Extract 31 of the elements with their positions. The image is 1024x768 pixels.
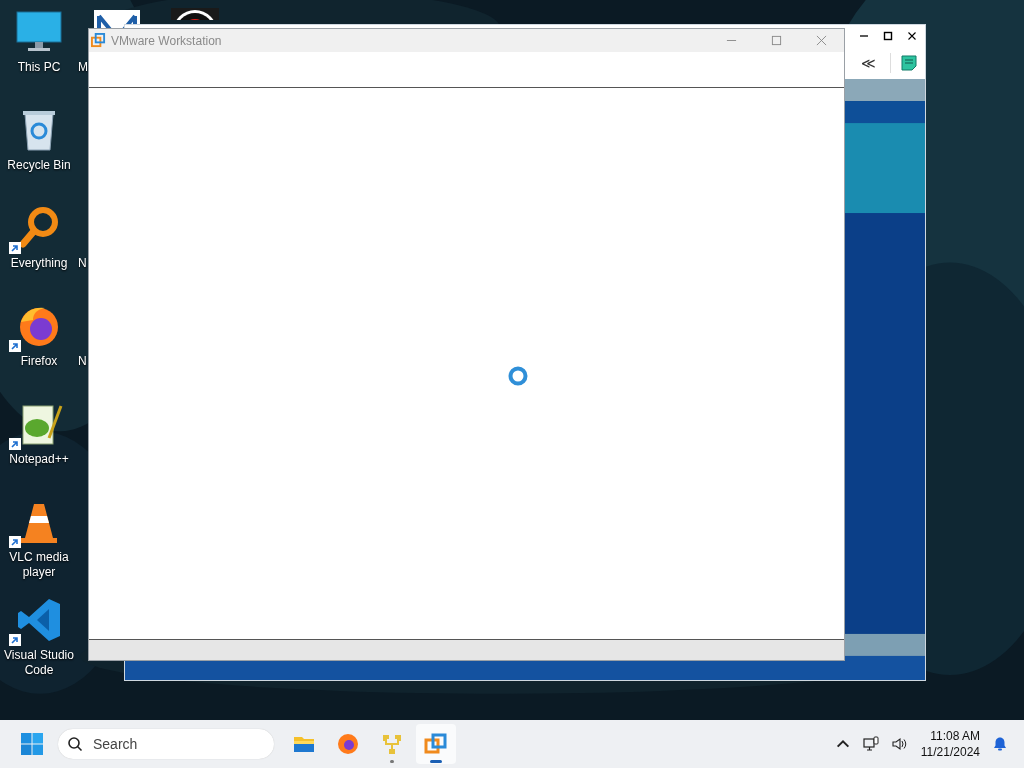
speaker-icon[interactable]: [890, 736, 907, 752]
bell-icon[interactable]: [992, 736, 1008, 752]
clock[interactable]: 11:08 AM 11/21/2024: [920, 728, 980, 760]
icon-label[interactable]: N: [78, 256, 87, 271]
record-icon[interactable]: [171, 8, 219, 20]
firefox-icon: [336, 732, 360, 756]
search-icon: [67, 736, 83, 752]
code-editor-icon[interactable]: [15, 596, 63, 644]
icon-label[interactable]: Notepad++: [1, 452, 77, 467]
vmware-icon: [424, 732, 448, 756]
icon-label[interactable]: Recycle Bin: [1, 158, 77, 173]
collapse-button[interactable]: ≪: [857, 55, 880, 71]
clock-time: 11:08 AM: [930, 728, 980, 744]
icon-label[interactable]: Firefox: [1, 354, 77, 369]
window-title: VMware Workstation: [111, 33, 222, 48]
close-icon[interactable]: [907, 31, 917, 41]
taskbar-app[interactable]: [416, 724, 456, 764]
search-field[interactable]: Search: [58, 729, 274, 759]
icon-label[interactable]: N: [78, 354, 87, 369]
note-icon[interactable]: [901, 55, 917, 71]
network-icon[interactable]: [862, 736, 879, 752]
icon-label[interactable]: Everything: [1, 256, 77, 271]
maximize-icon[interactable]: [883, 31, 893, 41]
app-icon: [91, 33, 106, 48]
clock-date: 11/21/2024: [920, 744, 980, 760]
icon-label[interactable]: VLC media player: [1, 550, 77, 580]
network-diagram-icon: [380, 732, 404, 756]
icon-label[interactable]: This PC: [1, 60, 77, 75]
icon-label[interactable]: Visual Studio Code: [1, 648, 77, 678]
icon-label[interactable]: M: [78, 60, 88, 75]
start-icon[interactable]: [20, 732, 44, 756]
